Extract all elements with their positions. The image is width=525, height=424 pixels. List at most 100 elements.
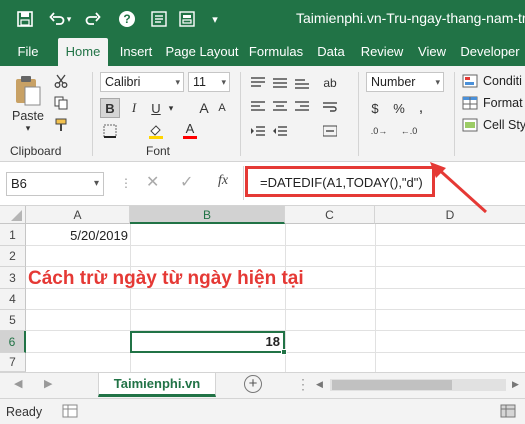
indent-icon[interactable] (248, 122, 268, 140)
paste-icon (16, 75, 41, 105)
chevron-down-icon[interactable]: ▾ (166, 98, 176, 118)
copy-icon[interactable] (52, 94, 70, 112)
font-size-select[interactable]: 11 ▾ (188, 72, 230, 92)
paste-label: Paste (12, 108, 44, 123)
align-center-icon[interactable] (270, 98, 290, 116)
tab-home[interactable]: Home (58, 38, 108, 66)
annotation-arrow (430, 162, 488, 214)
tab-insert[interactable]: Insert (114, 38, 158, 66)
chevron-down-icon: ▾ (175, 77, 180, 87)
orientation-icon[interactable]: ab (320, 74, 340, 92)
grow-font-button[interactable]: A (196, 98, 212, 118)
cell-styles-icon[interactable] (460, 116, 480, 134)
format-painter-icon[interactable] (52, 116, 70, 134)
tab-formulas[interactable]: Formulas (246, 38, 306, 66)
title-bar: ▾ ? ▾ Taimienphi.vn-Tru-ngay-thang-nam-t… (0, 0, 525, 38)
ribbon-separator (358, 72, 359, 156)
increase-decimal-icon[interactable]: .0→ (366, 122, 392, 140)
bold-button[interactable]: B (100, 98, 120, 118)
customize-qat-icon[interactable]: ▾ (204, 8, 226, 30)
ribbon-separator (92, 72, 93, 156)
form-icon[interactable] (148, 8, 170, 30)
cell-b6[interactable]: 18 (266, 334, 280, 349)
font-color-swatch (183, 135, 197, 139)
svg-text:?: ? (123, 12, 130, 26)
redo-icon[interactable] (82, 8, 104, 30)
status-bar: Ready (0, 398, 525, 424)
gridline (26, 266, 525, 267)
normal-view-icon[interactable] (500, 404, 516, 423)
paste-button[interactable]: Paste ▾ (8, 72, 48, 136)
font-group-label: Font (146, 144, 171, 158)
decrease-decimal-icon[interactable]: ←.0 (396, 122, 422, 140)
shrink-font-button[interactable]: A (214, 98, 230, 118)
fill-color-icon[interactable] (146, 122, 166, 140)
conditional-formatting-icon[interactable] (460, 72, 480, 90)
undo-dropdown-icon[interactable]: ▾ (64, 8, 74, 30)
row-header-5[interactable]: 5 (0, 310, 26, 331)
number-format-select[interactable]: Number ▾ (366, 72, 444, 92)
clipboard-group-label: Clipboard (10, 144, 62, 158)
conditional-formatting-label[interactable]: Conditi (483, 74, 522, 88)
tab-developer[interactable]: Developer (456, 38, 524, 66)
hscroll-left-icon[interactable]: ◀ (316, 379, 323, 390)
spreadsheet-grid[interactable]: A B C D 1 2 3 4 5 6 7 5/20/2019 Cách trừ… (0, 162, 525, 372)
align-right-icon[interactable] (292, 98, 312, 116)
align-top-icon[interactable] (248, 74, 268, 92)
macro-record-icon[interactable] (62, 404, 78, 423)
row-header-3[interactable]: 3 (0, 267, 26, 289)
font-size-value: 11 (193, 75, 206, 89)
scroll-right-icon[interactable]: ▶ (44, 377, 52, 390)
tab-page-layout[interactable]: Page Layout (164, 38, 240, 66)
gridline (26, 309, 525, 310)
status-text: Ready (6, 405, 43, 419)
ribbon-separator (454, 72, 455, 156)
chevron-down-icon: ▾ (435, 77, 440, 87)
scrollbar-thumb[interactable] (332, 380, 452, 390)
save-icon[interactable] (14, 8, 36, 30)
active-cell-b6[interactable] (130, 331, 285, 353)
comma-style-icon[interactable]: , (412, 98, 430, 118)
row-header-7[interactable]: 7 (0, 353, 26, 372)
align-middle-icon[interactable] (270, 74, 290, 92)
italic-button[interactable]: I (124, 98, 144, 118)
add-sheet-icon[interactable]: + (244, 375, 262, 393)
cut-icon[interactable] (52, 72, 70, 90)
tutorial-caption: Cách trừ ngày từ ngày hiện tại (28, 268, 304, 289)
format-as-table-icon[interactable] (460, 94, 480, 112)
align-left-icon[interactable] (248, 98, 268, 116)
scroll-grip-icon: ⋮ (296, 376, 310, 392)
window-title: Taimienphi.vn-Tru-ngay-thang-nam-trong E… (296, 10, 525, 26)
chevron-down-icon: ▾ (221, 77, 226, 87)
format-as-table-label[interactable]: Format (483, 96, 523, 110)
ribbon-tabs: File Home Insert Page Layout Formulas Da… (0, 38, 525, 66)
outdent-icon[interactable] (270, 122, 290, 140)
tab-data[interactable]: Data (312, 38, 350, 66)
font-name-value: Calibri (105, 75, 141, 89)
help-icon[interactable]: ? (116, 8, 138, 30)
tab-file[interactable]: File (8, 38, 48, 66)
cell-styles-label[interactable]: Cell Styl (483, 118, 525, 132)
row-header-6[interactable]: 6 (0, 331, 26, 353)
hscroll-right-icon[interactable]: ▶ (512, 379, 519, 390)
wrap-text-icon[interactable] (320, 98, 340, 116)
ribbon-home: Paste ▾ Clipboard Calibri ▾ 11 ▾ B I U ▾… (0, 66, 525, 162)
currency-button[interactable]: $ (366, 98, 384, 118)
data-form-icon[interactable] (176, 8, 198, 30)
sheet-tabs-bar: ◀ ▶ Taimienphi.vn + ⋮ ◀ ▶ (0, 372, 525, 398)
sheet-tab-taimienphi[interactable]: Taimienphi.vn (98, 373, 216, 397)
row-header-4[interactable]: 4 (0, 289, 26, 310)
percent-button[interactable]: % (390, 98, 408, 118)
underline-button[interactable]: U (146, 98, 166, 118)
horizontal-scrollbar[interactable] (330, 379, 506, 391)
font-color-button[interactable]: A (180, 120, 200, 140)
align-bottom-icon[interactable] (292, 74, 312, 92)
scroll-left-icon[interactable]: ◀ (14, 377, 22, 390)
paste-dropdown-icon: ▾ (25, 122, 31, 133)
merge-icon[interactable] (320, 122, 340, 140)
tab-review[interactable]: Review (356, 38, 408, 66)
borders-icon[interactable] (100, 122, 120, 140)
tab-view[interactable]: View (412, 38, 452, 66)
fill-handle[interactable] (281, 349, 287, 355)
font-name-select[interactable]: Calibri ▾ (100, 72, 184, 92)
